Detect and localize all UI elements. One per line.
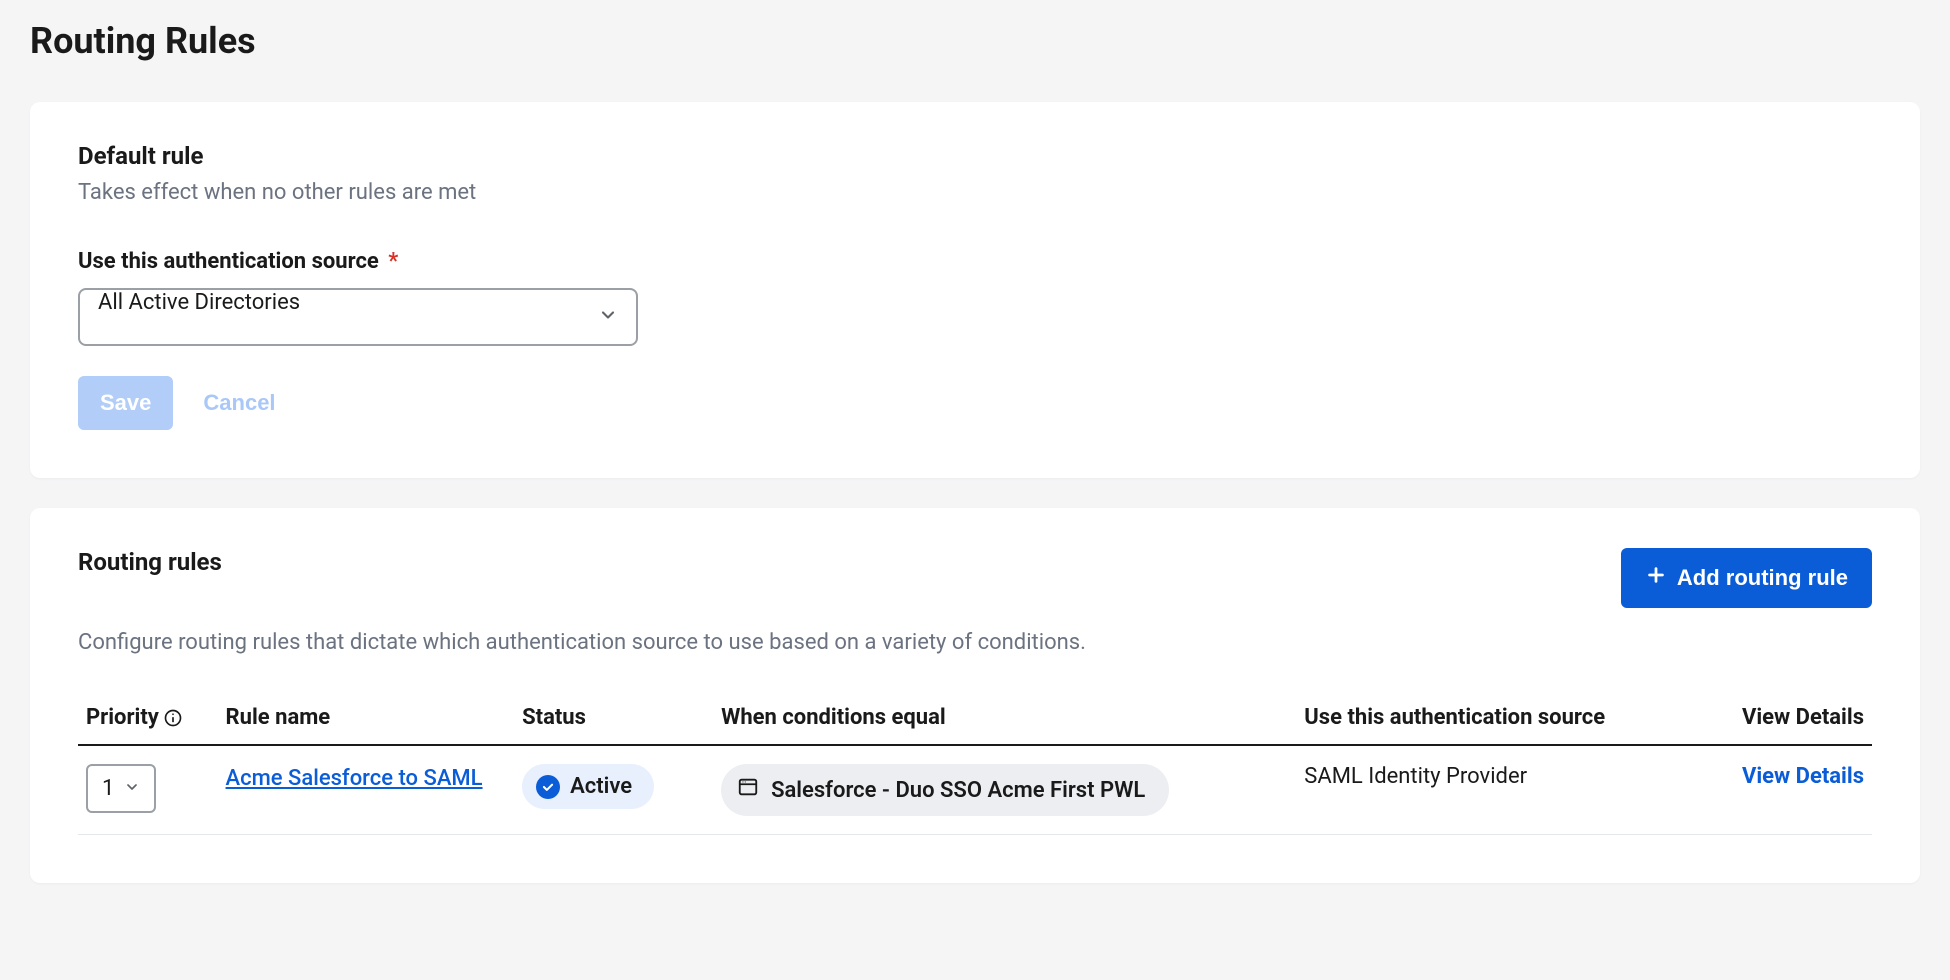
condition-badge: Salesforce - Duo SSO Acme First PWL [721,764,1169,816]
check-circle-icon [536,775,560,799]
auth-source-select-wrap: All Active Directories [78,288,638,346]
page-title: Routing Rules [0,0,1950,72]
info-icon[interactable] [163,708,183,728]
required-asterisk: * [388,249,398,274]
auth-source-label-text: Use this authentication source [78,249,379,274]
default-rule-card: Default rule Takes effect when no other … [30,102,1920,478]
routing-rules-card: Routing rules Add routing rule Configure… [30,508,1920,883]
default-rule-actions: Save Cancel [78,376,1872,430]
status-badge: Active [522,764,654,809]
col-status-header: Status [514,691,713,745]
view-details-link[interactable]: View Details [1742,764,1864,789]
col-view-header: View Details [1734,691,1872,745]
save-button[interactable]: Save [78,376,173,430]
status-text: Active [570,774,632,799]
default-rule-description: Takes effect when no other rules are met [78,180,1872,205]
auth-source-cell: SAML Identity Provider [1296,745,1734,835]
condition-text: Salesforce - Duo SSO Acme First PWL [771,778,1145,803]
add-routing-rule-label: Add routing rule [1677,565,1848,591]
auth-source-field-label: Use this authentication source * [78,249,1872,274]
routing-rules-table: Priority Rule name Status When condition… [78,691,1872,835]
col-priority-header: Priority [78,691,218,745]
default-rule-heading: Default rule [78,142,1872,170]
auth-source-select[interactable]: All Active Directories [78,288,638,346]
table-header-row: Priority Rule name Status When condition… [78,691,1872,745]
priority-select[interactable]: 1 [86,764,156,813]
priority-value: 1 [102,776,114,801]
application-icon [737,776,759,804]
chevron-down-icon [124,776,140,801]
col-auth-source-header: Use this authentication source [1296,691,1734,745]
auth-source-selected-value: All Active Directories [98,290,300,315]
routing-rules-heading: Routing rules [78,548,222,576]
routing-rules-description: Configure routing rules that dictate whi… [78,630,1872,655]
plus-icon [1645,564,1667,592]
table-row: 1 Acme Salesforce to SAML Active [78,745,1872,835]
rule-name-link[interactable]: Acme Salesforce to SAML [226,764,483,794]
cancel-button[interactable]: Cancel [203,390,275,416]
routing-rules-header: Routing rules Add routing rule [78,548,1872,608]
col-conditions-header: When conditions equal [713,691,1296,745]
col-priority-label: Priority [86,705,159,730]
add-routing-rule-button[interactable]: Add routing rule [1621,548,1872,608]
col-rule-name-header: Rule name [218,691,515,745]
